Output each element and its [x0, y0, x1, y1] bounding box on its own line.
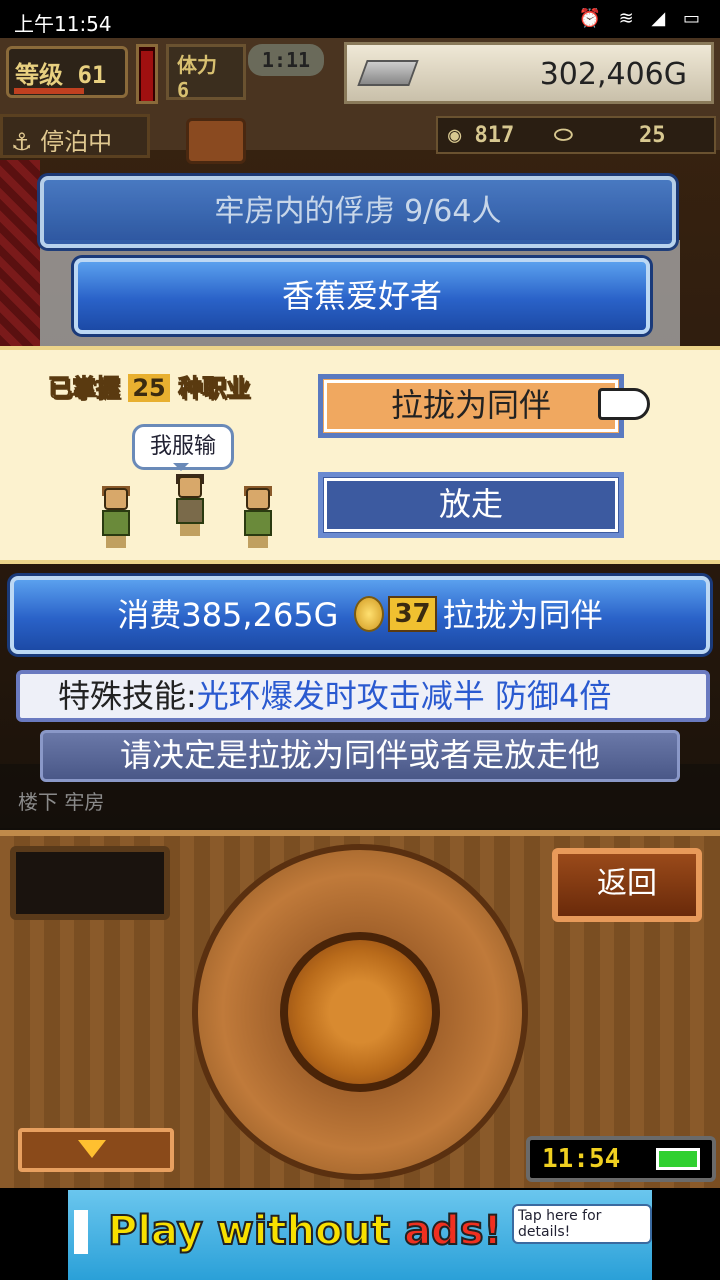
dock-status-label: 停泊中 — [40, 128, 113, 156]
stamina-box: 体力 6 — [166, 44, 246, 102]
scroll-down-button[interactable] — [18, 1128, 174, 1172]
status-time: 上午11:54 — [14, 12, 112, 36]
prisoner-sprite — [166, 474, 214, 536]
exp-bar — [14, 88, 84, 94]
skill-label: 特殊技能: — [58, 677, 197, 715]
speech-bubble: 我服输 — [132, 424, 234, 471]
stamina-label: 体力 — [177, 53, 217, 77]
level-value: 61 — [77, 61, 107, 89]
treasure-chest-icon[interactable] — [186, 118, 246, 164]
health-gauge — [136, 44, 158, 104]
battery-icon — [656, 1148, 700, 1170]
prison-title: 牢房内的俘虏 9/64人 — [40, 176, 676, 248]
mastered-jobs: 已掌握 25 种职业 — [48, 368, 251, 403]
ad-banner[interactable]: Play without ads! Tap here for details! — [68, 1190, 652, 1280]
cost-bar: 消费385,265G 37 拉拢为同伴 — [10, 576, 710, 654]
mini-screen — [10, 846, 170, 920]
mastered-count: 25 — [128, 374, 170, 402]
level-label: 等级 — [15, 61, 63, 89]
character-sprite-right — [234, 486, 282, 548]
ad-text: Play without ads! — [107, 1207, 503, 1255]
silver-bar-icon — [357, 60, 419, 86]
dock-status[interactable]: ⚓ 停泊中 — [0, 114, 150, 158]
mastered-prefix: 已掌握 — [48, 374, 121, 403]
timer: 1:11 — [248, 44, 324, 76]
special-skill: 特殊技能:光环爆发时攻击减半 防御4倍 — [16, 670, 710, 722]
resource-counter: ◉ 817 ⬭ 25 — [436, 116, 716, 154]
resource-1: 817 — [474, 123, 515, 148]
mastered-suffix: 种职业 — [178, 374, 251, 403]
status-icons: ⏰ ≋ ◢ ▭ — [578, 8, 706, 29]
ad-tap-label[interactable]: Tap here for details! — [512, 1204, 652, 1244]
stamina-value: 6 — [177, 78, 190, 102]
ad-text-main: Play without — [107, 1207, 405, 1255]
pointer-hand-icon — [598, 388, 650, 420]
recruit-button[interactable]: 拉拢为同伴 — [318, 374, 624, 438]
instruction-hint: 请决定是拉拢为同伴或者是放走他 — [40, 730, 680, 782]
prisoner-name: 香蕉爱好者 — [74, 258, 650, 334]
skill-value: 光环爆发时攻击减半 防御4倍 — [196, 677, 612, 715]
coin-icon — [354, 596, 385, 632]
status-bar: 上午11:54 ⏰ ≋ ◢ ▭ — [0, 0, 720, 38]
ad-arrow-icon[interactable] — [74, 1210, 88, 1254]
cost-prefix: 消费385,265G — [117, 596, 339, 634]
resource-2: 25 — [639, 123, 666, 148]
dpad-center-button[interactable] — [280, 932, 440, 1092]
ad-text-accent: ads! — [403, 1207, 503, 1255]
cost-suffix: 拉拢为同伴 — [442, 596, 603, 634]
back-button[interactable]: 返回 — [552, 848, 702, 922]
character-sprite-left — [92, 486, 140, 548]
release-button[interactable]: 放走 — [318, 472, 624, 538]
coin-count: 37 — [388, 596, 437, 632]
